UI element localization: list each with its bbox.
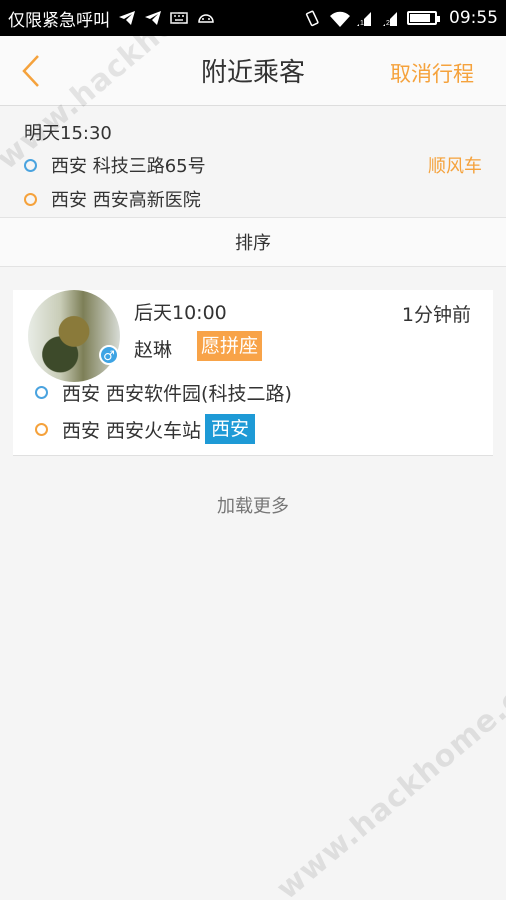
vibrate-icon: [303, 10, 321, 27]
cancel-trip-button[interactable]: 取消行程: [390, 58, 474, 88]
trip-origin-text: 西安 科技三路65号: [51, 156, 206, 177]
destination-dot-icon: [35, 422, 48, 436]
trip-origin: 西安 科技三路65号: [24, 152, 206, 178]
svg-text:2: 2: [386, 20, 390, 27]
battery-icon: [407, 11, 440, 25]
status-bar-time: 09:55: [449, 8, 498, 28]
signal-icon: 2: [381, 10, 399, 27]
passenger-destination-text: 西安 西安火车站: [62, 419, 202, 442]
origin-dot-icon: [35, 386, 48, 399]
sort-button[interactable]: 排序: [0, 217, 506, 267]
male-icon: ♂: [99, 345, 119, 365]
trip-type-tag: 顺风车: [428, 156, 482, 177]
destination-dot-icon: [24, 192, 37, 206]
carpool-badge: 愿拼座: [197, 331, 263, 361]
passenger-posted-ago: 1分钟前: [401, 304, 471, 326]
watermark: www.hackhome.com: [270, 646, 506, 900]
telegram-icon: [118, 10, 136, 26]
status-bar: 仅限紧急呼叫 1 2 09:55: [0, 0, 506, 36]
status-bar-carrier-text: 仅限紧急呼叫: [8, 10, 110, 31]
trip-destination: 西安 西安高新医院: [24, 186, 201, 212]
passenger-origin-text: 西安 西安软件园(科技二路): [62, 383, 292, 405]
trip-destination-text: 西安 西安高新医院: [51, 190, 201, 211]
passenger-origin: 西安 西安软件园(科技二路): [35, 379, 292, 406]
signal-icon: 1: [355, 10, 373, 27]
passenger-departure-time: 后天10:00: [134, 302, 227, 324]
avatar[interactable]: [28, 290, 120, 382]
status-bar-right: 1 2 09:55: [303, 8, 498, 28]
passenger-name: 赵琳: [134, 339, 173, 361]
passenger-card[interactable]: ♂ 后天10:00 1分钟前 赵琳 愿拼座 西安 西安软件园(科技二路) 西安 …: [13, 290, 493, 456]
svg-text:1: 1: [360, 20, 364, 27]
passenger-destination: 西安 西安火车站 西安: [35, 414, 256, 444]
wifi-icon: [329, 10, 350, 27]
chevron-left-icon[interactable]: [18, 54, 48, 88]
city-badge: 西安: [205, 414, 256, 444]
battery-level: [410, 14, 431, 22]
load-more-button[interactable]: 加载更多: [0, 492, 506, 518]
page-title: 附近乘客: [200, 58, 305, 88]
